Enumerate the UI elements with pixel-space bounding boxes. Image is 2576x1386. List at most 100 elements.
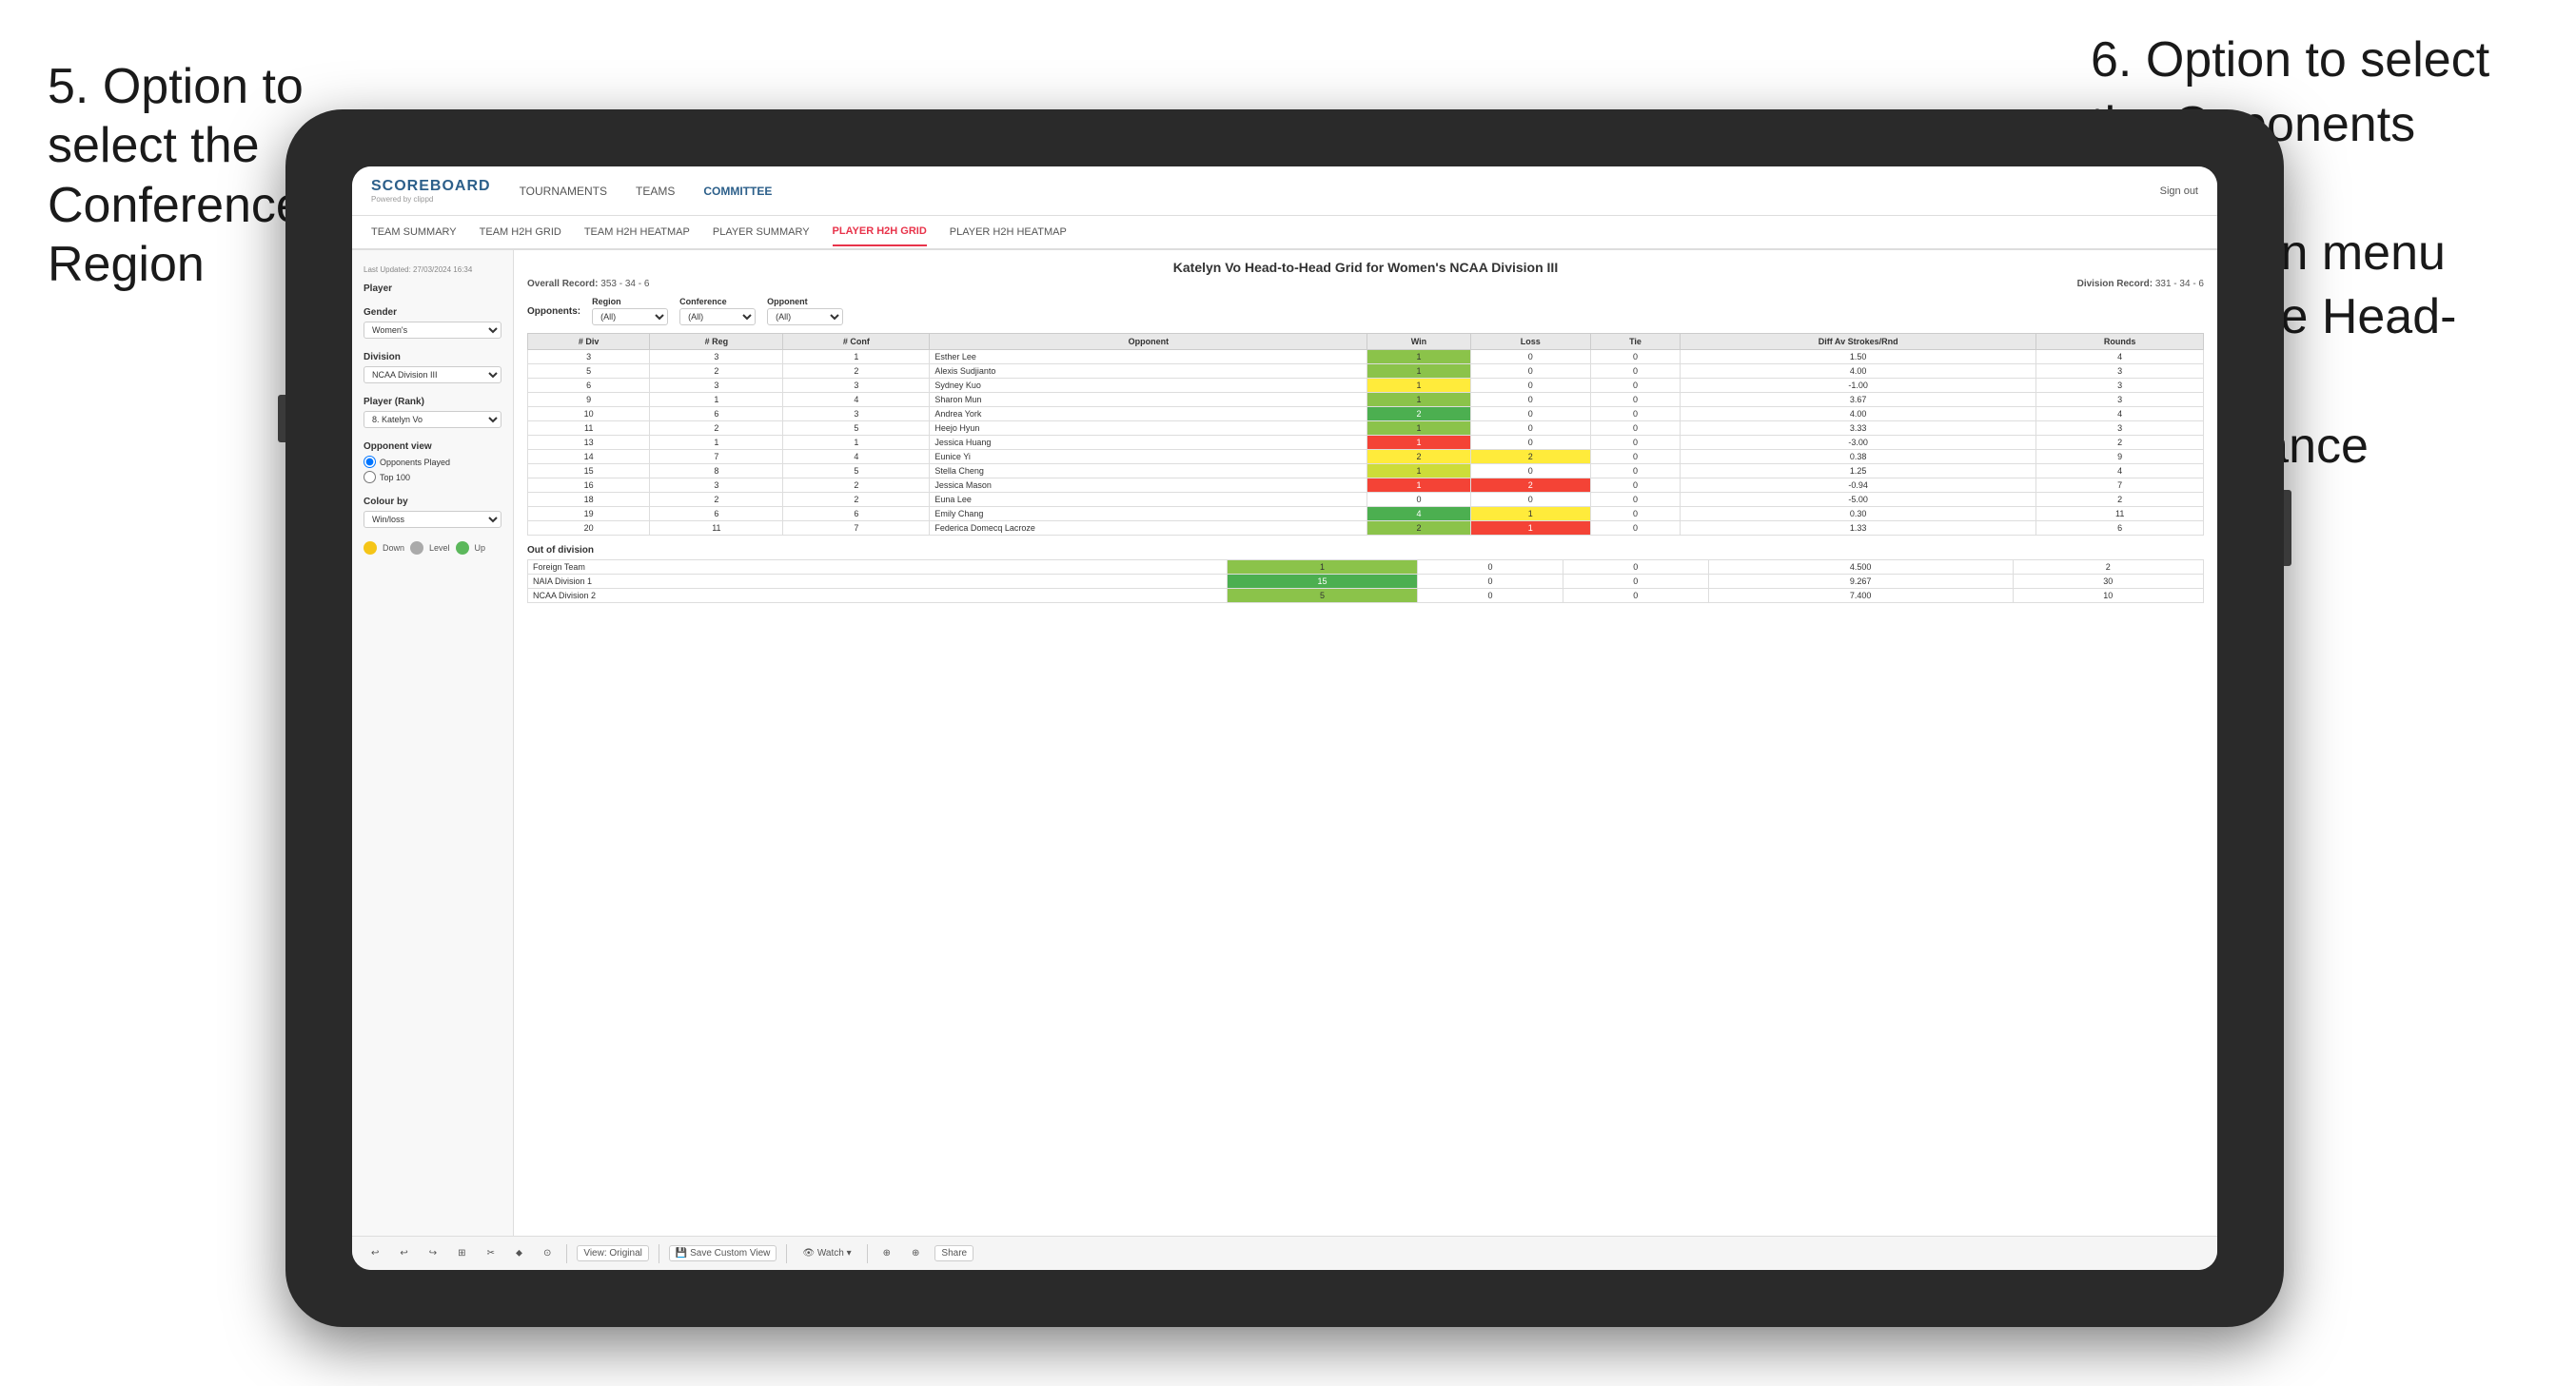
table-body: 3 3 1 Esther Lee 1 0 0 1.50 4 5 2 2 Alex… bbox=[528, 350, 2204, 536]
toolbar-plus2[interactable]: ⊕ bbox=[906, 1246, 925, 1260]
sidebar-opponent-view-label: Opponent view bbox=[364, 441, 501, 452]
h2h-table: # Div # Reg # Conf Opponent Win Loss Tie… bbox=[527, 333, 2204, 536]
cell-diff: 1.25 bbox=[1681, 464, 2036, 478]
toolbar-clock[interactable]: ⊙ bbox=[538, 1246, 557, 1260]
toolbar-undo2[interactable]: ↩ bbox=[394, 1246, 413, 1260]
cell-loss: 0 bbox=[1470, 464, 1590, 478]
cell-reg: 7 bbox=[650, 450, 783, 464]
cell-div: 5 bbox=[528, 364, 650, 379]
cell-win: 1 bbox=[1367, 364, 1470, 379]
cell-rounds: 4 bbox=[2036, 350, 2204, 364]
sidebar-colour-label: Colour by bbox=[364, 497, 501, 507]
sidebar-player-rank-select[interactable]: 8. Katelyn Vo bbox=[364, 411, 501, 428]
sidebar-division-section: Division NCAA Division III bbox=[364, 352, 501, 383]
legend-down-dot bbox=[364, 541, 377, 555]
cell-conf: 2 bbox=[783, 364, 930, 379]
cell-diff: 4.00 bbox=[1681, 407, 2036, 421]
sidebar-colour-select[interactable]: Win/loss bbox=[364, 511, 501, 528]
last-updated: Last Updated: 27/03/2024 16:34 bbox=[364, 265, 501, 274]
toolbar-scissors[interactable]: ✂ bbox=[482, 1246, 501, 1260]
sidebar-radio-opponents-played[interactable]: Opponents Played bbox=[364, 456, 501, 468]
cell-win: 1 bbox=[1367, 379, 1470, 393]
table-row: 18 2 2 Euna Lee 0 0 0 -5.00 2 bbox=[528, 493, 2204, 507]
col-loss: Loss bbox=[1470, 334, 1590, 350]
sidebar-division-select[interactable]: NCAA Division III bbox=[364, 366, 501, 383]
nav-items: TOURNAMENTS TEAMS COMMITTEE bbox=[520, 181, 2160, 202]
table-row: 13 1 1 Jessica Huang 1 0 0 -3.00 2 bbox=[528, 436, 2204, 450]
grid-records: Overall Record: 353 - 34 - 6 Division Re… bbox=[527, 279, 2204, 289]
sub-nav-team-h2h-heatmap[interactable]: TEAM H2H HEATMAP bbox=[584, 219, 690, 245]
cell-win: 0 bbox=[1367, 493, 1470, 507]
cell-tie: 0 bbox=[1590, 393, 1680, 407]
cell-opponent: Stella Cheng bbox=[930, 464, 1367, 478]
nav-item-teams[interactable]: TEAMS bbox=[636, 181, 675, 202]
sidebar: Last Updated: 27/03/2024 16:34 Player Ge… bbox=[352, 250, 514, 1236]
sub-nav-player-summary[interactable]: PLAYER SUMMARY bbox=[713, 219, 810, 245]
tablet-button-right bbox=[2284, 490, 2291, 566]
cell-rounds: 3 bbox=[2036, 379, 2204, 393]
toolbar-view-original[interactable]: View: Original bbox=[577, 1245, 649, 1261]
sidebar-gender-select[interactable]: Women's bbox=[364, 322, 501, 339]
table-row: Foreign Team 1 0 0 4.500 2 bbox=[528, 560, 2204, 575]
toolbar-save-custom-view[interactable]: 💾 Save Custom View bbox=[669, 1245, 777, 1261]
toolbar-diamond[interactable]: ⬥ bbox=[510, 1246, 528, 1260]
cell-reg: 2 bbox=[650, 493, 783, 507]
cell-loss: 0 bbox=[1470, 407, 1590, 421]
sub-nav-team-h2h-grid[interactable]: TEAM H2H GRID bbox=[480, 219, 561, 245]
cell-diff: 3.33 bbox=[1681, 421, 2036, 436]
cell-loss: 0 bbox=[1418, 560, 1563, 575]
sub-nav-player-h2h-heatmap[interactable]: PLAYER H2H HEATMAP bbox=[950, 219, 1067, 245]
logo-area: SCOREBOARD Powered by clippd bbox=[371, 178, 491, 204]
cell-loss: 1 bbox=[1470, 507, 1590, 521]
nav-item-tournaments[interactable]: TOURNAMENTS bbox=[520, 181, 607, 202]
toolbar-grid[interactable]: ⊞ bbox=[452, 1246, 471, 1260]
opponent-filter-select[interactable]: (All) bbox=[767, 308, 843, 325]
cell-div: 16 bbox=[528, 478, 650, 493]
conference-filter-group: Conference (All) bbox=[679, 297, 756, 325]
table-row: 5 2 2 Alexis Sudjianto 1 0 0 4.00 3 bbox=[528, 364, 2204, 379]
cell-div: 10 bbox=[528, 407, 650, 421]
sidebar-opponent-view-section: Opponent view Opponents Played Top 100 bbox=[364, 441, 501, 483]
toolbar-undo[interactable]: ↩ bbox=[365, 1246, 384, 1260]
cell-diff: 1.50 bbox=[1681, 350, 2036, 364]
sub-nav-team-summary[interactable]: TEAM SUMMARY bbox=[371, 219, 457, 245]
cell-conf: 5 bbox=[783, 421, 930, 436]
col-reg: # Reg bbox=[650, 334, 783, 350]
nav-item-committee[interactable]: COMMITTEE bbox=[703, 181, 772, 202]
opponent-filter-group: Opponent (All) bbox=[767, 297, 843, 325]
cell-div: 11 bbox=[528, 421, 650, 436]
cell-tie: 0 bbox=[1563, 589, 1708, 603]
cell-reg: 3 bbox=[650, 379, 783, 393]
cell-win: 4 bbox=[1367, 507, 1470, 521]
cell-loss: 2 bbox=[1470, 450, 1590, 464]
cell-tie: 0 bbox=[1590, 521, 1680, 536]
cell-rounds: 30 bbox=[2013, 575, 2204, 589]
toolbar-share[interactable]: Share bbox=[934, 1245, 973, 1261]
cell-loss: 0 bbox=[1470, 364, 1590, 379]
cell-diff: 3.67 bbox=[1681, 393, 2036, 407]
region-filter-label: Region bbox=[592, 297, 668, 306]
sign-out[interactable]: Sign out bbox=[2160, 185, 2198, 197]
sub-nav-player-h2h-grid[interactable]: PLAYER H2H GRID bbox=[833, 218, 927, 246]
cell-tie: 0 bbox=[1590, 493, 1680, 507]
sidebar-radio-top100[interactable]: Top 100 bbox=[364, 471, 501, 483]
toolbar-plus1[interactable]: ⊕ bbox=[877, 1246, 896, 1260]
sidebar-division-label: Division bbox=[364, 352, 501, 362]
conference-filter-select[interactable]: (All) bbox=[679, 308, 756, 325]
cell-tie: 0 bbox=[1590, 436, 1680, 450]
cell-loss: 0 bbox=[1470, 350, 1590, 364]
table-row: 14 7 4 Eunice Yi 2 2 0 0.38 9 bbox=[528, 450, 2204, 464]
table-row: 15 8 5 Stella Cheng 1 0 0 1.25 4 bbox=[528, 464, 2204, 478]
cell-win: 15 bbox=[1227, 575, 1417, 589]
toolbar-watch[interactable]: 👁 Watch ▾ bbox=[796, 1246, 856, 1260]
sub-nav: TEAM SUMMARY TEAM H2H GRID TEAM H2H HEAT… bbox=[352, 216, 2217, 250]
table-row: 16 3 2 Jessica Mason 1 2 0 -0.94 7 bbox=[528, 478, 2204, 493]
cell-diff: -1.00 bbox=[1681, 379, 2036, 393]
cell-div: 3 bbox=[528, 350, 650, 364]
legend-level-label: Level bbox=[429, 543, 450, 553]
cell-loss: 2 bbox=[1470, 478, 1590, 493]
toolbar-redo[interactable]: ↪ bbox=[423, 1246, 442, 1260]
cell-rounds: 11 bbox=[2036, 507, 2204, 521]
cell-conf: 5 bbox=[783, 464, 930, 478]
region-filter-select[interactable]: (All) bbox=[592, 308, 668, 325]
